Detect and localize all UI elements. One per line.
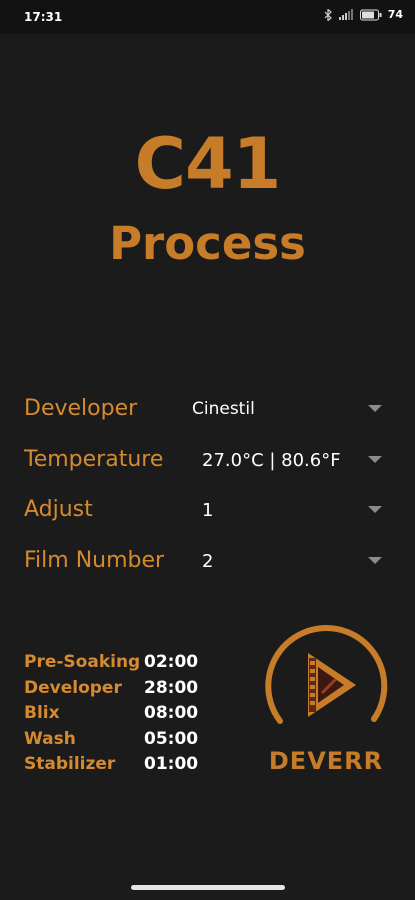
step-time: 28:00 — [144, 677, 199, 698]
step-time: 01:00 — [144, 754, 199, 774]
step-time: 08:00 — [144, 703, 199, 723]
film-number-select[interactable]: 2 — [202, 551, 213, 572]
adjust-row[interactable]: Adjust 1 — [0, 489, 415, 529]
adjust-label: Adjust — [24, 497, 93, 522]
page-subtitle: Process — [109, 217, 306, 270]
start-button[interactable]: DEVERR — [262, 623, 390, 775]
film-number-row[interactable]: Film Number 2 — [0, 540, 415, 580]
chevron-down-icon[interactable] — [368, 456, 382, 463]
page-title: C41 — [134, 123, 282, 205]
step-time: 05:00 — [144, 728, 199, 749]
step-name: Blix — [24, 703, 60, 723]
developer-select[interactable]: Cinestil — [192, 399, 255, 419]
status-bar: 17:31 74 — [0, 0, 415, 34]
step-name: Wash — [24, 728, 76, 749]
status-time: 17:31 — [24, 10, 63, 24]
adjust-select[interactable]: 1 — [202, 500, 213, 521]
chevron-down-icon[interactable] — [368, 405, 382, 412]
step-name: Pre-Soaking — [24, 652, 141, 672]
deverr-logo: DEVERR — [265, 625, 388, 775]
signal-icon — [338, 8, 353, 20]
step-name: Developer — [24, 677, 122, 698]
logo-text: DEVERR — [269, 747, 383, 775]
temperature-row[interactable]: Temperature 27.0°C | 80.6°F — [0, 439, 415, 479]
bluetooth-icon — [324, 8, 332, 21]
step-name: Stabilizer — [24, 754, 116, 774]
chevron-down-icon[interactable] — [368, 557, 382, 564]
battery-level: 74 — [387, 8, 403, 21]
developer-row[interactable]: Developer Cinestil — [0, 388, 415, 428]
temperature-select[interactable]: 27.0°C | 80.6°F — [202, 450, 341, 471]
film-number-label: Film Number — [24, 548, 165, 573]
developer-label: Developer — [24, 396, 138, 421]
chevron-down-icon[interactable] — [368, 506, 382, 513]
play-film-icon — [308, 653, 356, 717]
step-time: 02:00 — [144, 652, 199, 672]
battery-icon — [359, 9, 382, 20]
gesture-bar[interactable] — [131, 885, 285, 890]
temperature-label: Temperature — [24, 447, 164, 472]
status-icons: 74 — [324, 8, 403, 21]
